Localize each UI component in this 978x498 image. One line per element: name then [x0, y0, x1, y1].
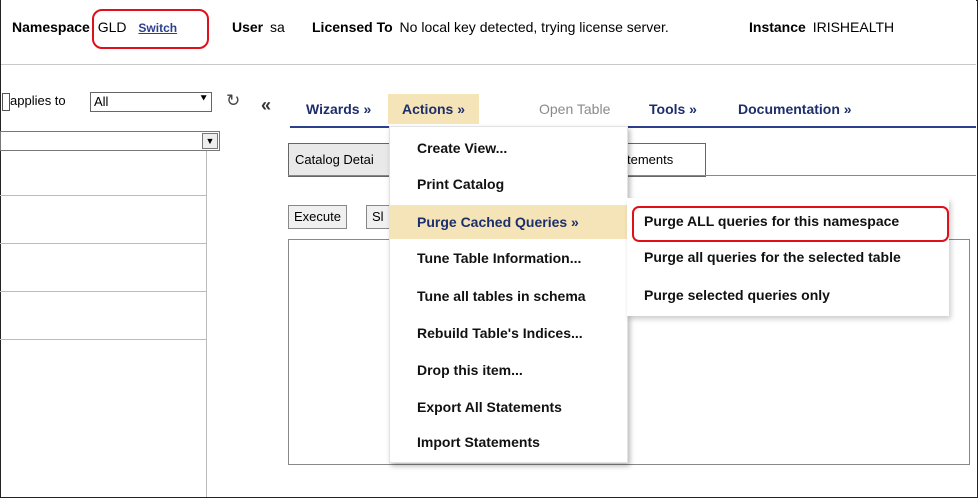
menu-item-drop-item[interactable]: Drop this item...: [390, 353, 627, 387]
namespace-value: GLD: [97, 19, 127, 35]
menu-actions[interactable]: Actions »: [388, 94, 480, 124]
secondary-button[interactable]: Sl: [366, 205, 390, 229]
user-group: User sa: [232, 19, 285, 35]
actions-dropdown: Create View... Print Catalog Purge Cache…: [389, 126, 628, 463]
user-label: User: [232, 19, 264, 35]
menu-bar: Wizards » Actions » Open Table Tools » D…: [290, 94, 976, 128]
menu-item-import-statements[interactable]: Import Statements: [390, 425, 627, 459]
menu-tools[interactable]: Tools »: [647, 94, 699, 124]
menu-item-tune-table[interactable]: Tune Table Information...: [390, 241, 627, 275]
tree-row[interactable]: [0, 195, 206, 196]
purge-submenu: Purge ALL queries for this namespace Pur…: [627, 198, 949, 316]
schema-select[interactable]: ▼: [0, 131, 220, 151]
namespace-group: Namespace GLD Switch: [12, 19, 177, 35]
applies-to-select[interactable]: All ⯆: [90, 92, 212, 112]
applies-to-value: All: [94, 94, 109, 109]
menu-item-tune-all-tables[interactable]: Tune all tables in schema: [390, 279, 627, 313]
menu-item-create-view[interactable]: Create View...: [390, 131, 627, 165]
menu-wizards[interactable]: Wizards »: [304, 94, 373, 124]
menu-item-rebuild-indices[interactable]: Rebuild Table's Indices...: [390, 316, 627, 350]
namespace-label: Namespace: [12, 19, 90, 35]
header-bar: Namespace GLD Switch User sa Licensed To…: [1, 0, 976, 65]
tree-panel: [0, 151, 207, 497]
execute-button[interactable]: Execute: [288, 205, 347, 229]
tree-row[interactable]: [0, 339, 206, 340]
menu-item-purge-selected-queries[interactable]: Purge selected queries only: [627, 278, 949, 312]
instance-value: IRISHEALTH: [812, 19, 895, 35]
chevron-down-icon: ⯆: [199, 93, 208, 105]
user-value: sa: [270, 19, 285, 35]
instance-group: Instance IRISHEALTH: [749, 19, 894, 35]
tab-catalog-details[interactable]: Catalog Detai: [288, 143, 396, 177]
menu-item-purge-all-namespace[interactable]: Purge ALL queries for this namespace: [627, 204, 949, 238]
instance-label: Instance: [749, 19, 806, 35]
license-group: Licensed To No local key detected, tryin…: [312, 19, 669, 35]
refresh-icon[interactable]: ↻: [226, 91, 240, 111]
menu-open-table[interactable]: Open Table: [537, 94, 612, 124]
licensed-label: Licensed To: [312, 19, 393, 35]
menu-item-export-statements[interactable]: Export All Statements: [390, 390, 627, 424]
applies-to-label: applies to: [10, 93, 66, 108]
filter-input[interactable]: [2, 93, 10, 111]
tree-row[interactable]: [0, 291, 206, 292]
menu-item-purge-cached-queries[interactable]: Purge Cached Queries »: [390, 205, 627, 239]
menu-documentation[interactable]: Documentation »: [736, 94, 854, 124]
menu-item-print-catalog[interactable]: Print Catalog: [390, 167, 627, 201]
tree-row[interactable]: [0, 243, 206, 244]
licensed-value: No local key detected, trying license se…: [399, 19, 669, 35]
collapse-left-icon[interactable]: «: [261, 95, 271, 116]
chevron-down-icon: ▼: [202, 133, 218, 149]
switch-namespace-link[interactable]: Switch: [138, 21, 177, 35]
menu-item-purge-selected-table[interactable]: Purge all queries for the selected table: [627, 240, 949, 274]
tab-statements[interactable]: tements: [624, 143, 706, 177]
